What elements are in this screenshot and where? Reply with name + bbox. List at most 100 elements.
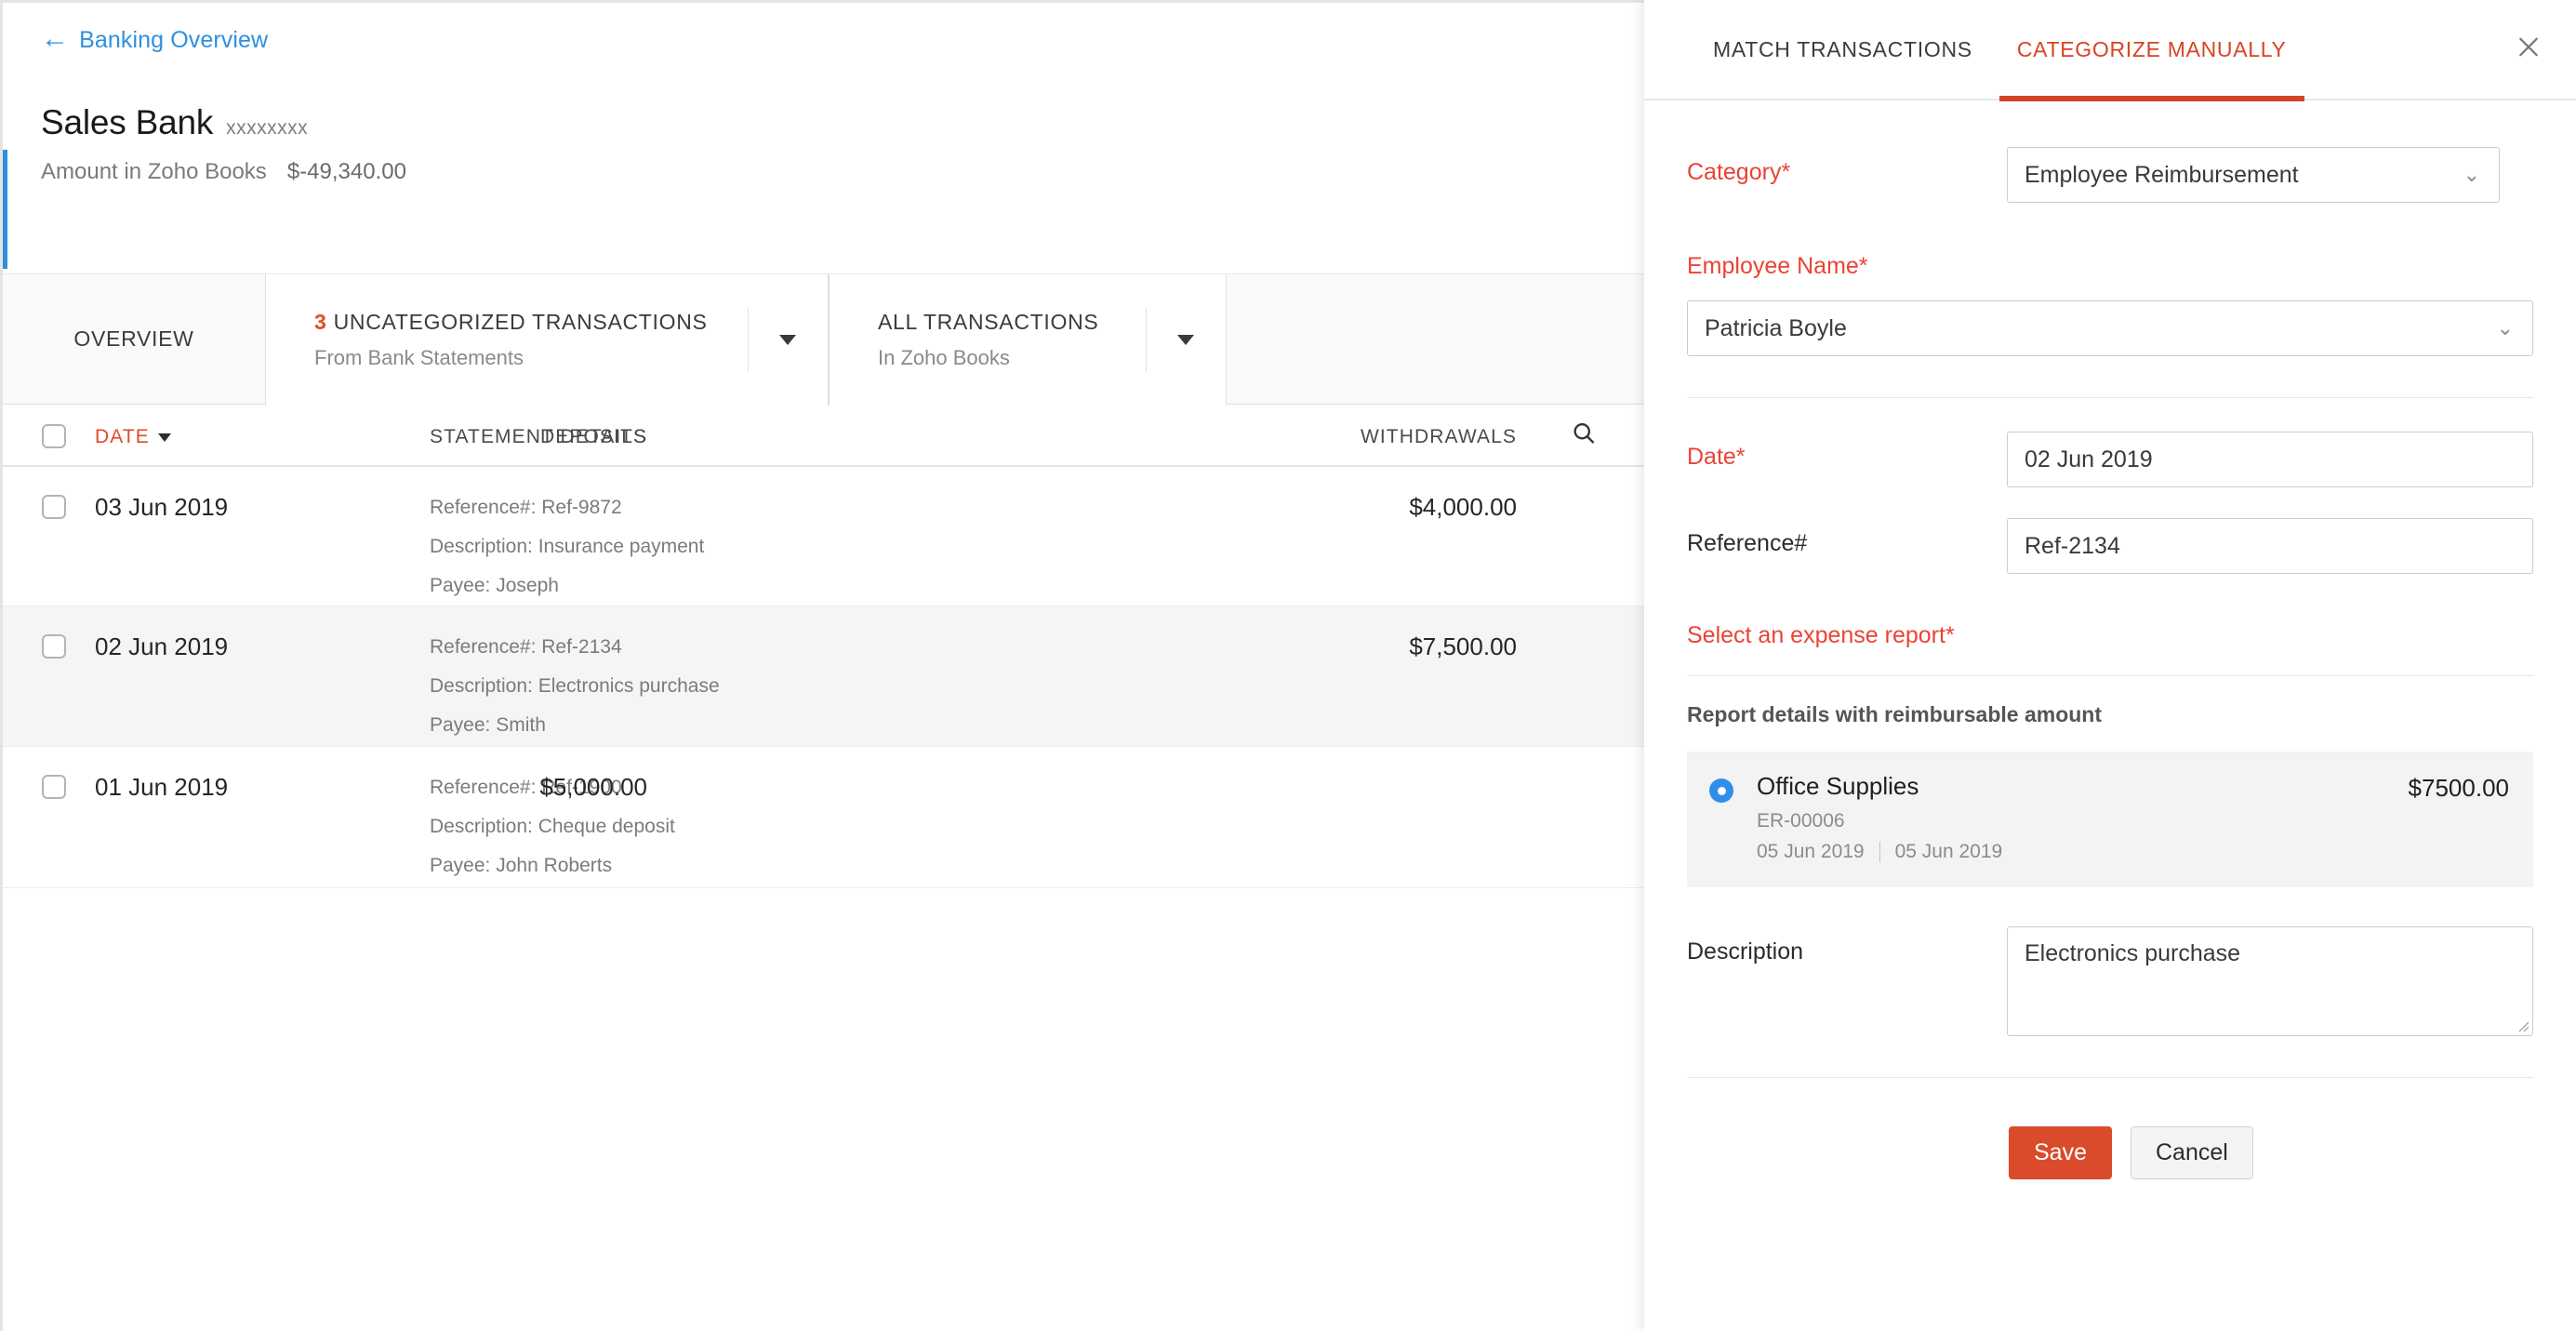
tab-all-dropdown[interactable] bbox=[1146, 274, 1226, 406]
expense-report-name: Office Supplies bbox=[1757, 772, 2409, 801]
description-label: Description bbox=[1687, 926, 2007, 965]
employee-name-value: Patricia Boyle bbox=[1705, 315, 1847, 342]
table-row[interactable]: 03 Jun 2019 Reference#: Ref-9872 Descrip… bbox=[3, 467, 1644, 606]
select-all-checkbox[interactable] bbox=[42, 424, 66, 448]
description-textarea[interactable]: Electronics purchase bbox=[2007, 926, 2533, 1036]
expense-report-date-to: 05 Jun 2019 bbox=[1895, 841, 2003, 863]
row-reference: Reference#: Ref-9872 bbox=[430, 497, 704, 519]
tab-all-title: ALL TRANSACTIONS bbox=[878, 310, 1146, 335]
row-statement-details: Reference#: Ref-2134 Description: Electr… bbox=[430, 636, 720, 737]
column-header-date[interactable]: DATE bbox=[95, 426, 171, 448]
field-employee-name: Employee Name* Patricia Boyle ⌄ bbox=[1644, 253, 2576, 356]
tab-match-transactions-label: MATCH TRANSACTIONS bbox=[1713, 37, 1972, 62]
reference-input[interactable]: Ref-2134 bbox=[2007, 518, 2533, 574]
date-separator bbox=[1879, 842, 1880, 862]
expense-report-radio[interactable] bbox=[1709, 779, 1733, 803]
cancel-button[interactable]: Cancel bbox=[2131, 1126, 2253, 1179]
description-value: Electronics purchase bbox=[2025, 940, 2240, 966]
category-select[interactable]: Employee Reimbursement ⌄ bbox=[2007, 147, 2500, 203]
bank-title-row: Sales Bank xxxxxxxx bbox=[41, 103, 308, 142]
tab-uncategorized-transactions[interactable]: 3 UNCATEGORIZED TRANSACTIONS From Bank S… bbox=[265, 274, 829, 406]
reference-label: Reference# bbox=[1687, 518, 2007, 557]
tab-uncategorized-title: 3 UNCATEGORIZED TRANSACTIONS bbox=[314, 310, 748, 335]
report-details-title: Report details with reimbursable amount bbox=[1644, 702, 2576, 727]
categorize-side-panel: MATCH TRANSACTIONS CATEGORIZE MANUALLY C… bbox=[1644, 0, 2576, 1331]
category-value: Employee Reimbursement bbox=[2025, 162, 2299, 189]
account-number-mask: xxxxxxxx bbox=[226, 117, 308, 140]
row-date: 02 Jun 2019 bbox=[95, 632, 228, 661]
back-to-banking-overview-link[interactable]: ← Banking Overview bbox=[41, 27, 268, 54]
amount-label: Amount in Zoho Books bbox=[41, 159, 267, 185]
tab-all-transactions[interactable]: ALL TRANSACTIONS In Zoho Books bbox=[829, 274, 1227, 406]
chevron-down-icon bbox=[779, 335, 796, 345]
transactions-tabstrip: OVERVIEW 3 UNCATEGORIZED TRANSACTIONS Fr… bbox=[3, 273, 1644, 405]
row-checkbox[interactable] bbox=[42, 495, 66, 519]
employee-name-label: Employee Name* bbox=[1687, 253, 2533, 300]
row-withdrawal: $7,500.00 bbox=[1409, 632, 1517, 661]
expense-report-dates: 05 Jun 2019 05 Jun 2019 bbox=[1757, 841, 2409, 863]
left-pane: ← Banking Overview Sales Bank xxxxxxxx A… bbox=[0, 0, 1644, 1331]
tab-categorize-manually-label: CATEGORIZE MANUALLY bbox=[2017, 37, 2287, 62]
save-button[interactable]: Save bbox=[2009, 1126, 2112, 1179]
date-label: Date* bbox=[1687, 432, 2007, 471]
amount-value: $-49,340.00 bbox=[287, 159, 406, 185]
divider bbox=[1687, 1077, 2533, 1078]
field-category: Category* Employee Reimbursement ⌄ bbox=[1644, 147, 2576, 203]
row-reference: Reference#: Ref-2134 bbox=[430, 636, 720, 659]
tab-match-transactions[interactable]: MATCH TRANSACTIONS bbox=[1713, 0, 1972, 100]
close-icon[interactable] bbox=[2515, 33, 2543, 66]
transactions-table-header: DATE STATEMENT DETAILS DEPOSITS WITHDRAW… bbox=[3, 406, 1644, 467]
row-payee: Payee: John Roberts bbox=[430, 855, 675, 877]
tab-uncategorized-text: 3 UNCATEGORIZED TRANSACTIONS From Bank S… bbox=[266, 310, 748, 370]
row-description: Description: Cheque deposit bbox=[430, 816, 675, 838]
tab-all-subtitle: In Zoho Books bbox=[878, 346, 1146, 370]
expense-report-details: Office Supplies ER-00006 05 Jun 2019 05 … bbox=[1757, 772, 2409, 863]
tab-uncategorized-dropdown[interactable] bbox=[748, 274, 828, 406]
amount-in-books-row: Amount in Zoho Books $-49,340.00 bbox=[41, 159, 406, 185]
search-icon[interactable] bbox=[1571, 420, 1597, 451]
row-description: Description: Insurance payment bbox=[430, 536, 704, 558]
expense-report-label: Select an expense report* bbox=[1687, 622, 2533, 649]
column-header-date-label: DATE bbox=[95, 426, 150, 448]
row-checkbox[interactable] bbox=[42, 634, 66, 659]
panel-tabs: MATCH TRANSACTIONS CATEGORIZE MANUALLY bbox=[1644, 0, 2576, 100]
table-row[interactable]: 01 Jun 2019 Reference#: Ref-1900 Descrip… bbox=[3, 747, 1644, 888]
save-button-label: Save bbox=[2034, 1139, 2087, 1166]
tab-categorize-manually[interactable]: CATEGORIZE MANUALLY bbox=[2017, 0, 2287, 100]
chevron-down-icon bbox=[1177, 335, 1194, 345]
row-payee: Payee: Smith bbox=[430, 714, 720, 737]
row-deposit: $5,000.00 bbox=[539, 773, 647, 802]
field-reference: Reference# Ref-2134 bbox=[1644, 518, 2576, 574]
category-label: Category* bbox=[1687, 147, 2007, 186]
tab-uncategorized-subtitle: From Bank Statements bbox=[314, 346, 748, 370]
date-value: 02 Jun 2019 bbox=[2025, 446, 2153, 473]
expense-report-code: ER-00006 bbox=[1757, 810, 2409, 832]
uncategorized-label: UNCATEGORIZED TRANSACTIONS bbox=[334, 310, 708, 334]
employee-name-select[interactable]: Patricia Boyle ⌄ bbox=[1687, 300, 2533, 356]
chevron-down-icon: ⌄ bbox=[2463, 165, 2480, 185]
tabstrip-filler bbox=[1227, 274, 1644, 404]
cancel-button-label: Cancel bbox=[2156, 1139, 2228, 1166]
page-title: Sales Bank bbox=[41, 103, 213, 142]
panel-form: Category* Employee Reimbursement ⌄ Emplo… bbox=[1644, 147, 2576, 1179]
date-input[interactable]: 02 Jun 2019 bbox=[2007, 432, 2533, 487]
resize-grip-icon bbox=[2515, 1018, 2530, 1032]
expense-report-date-from: 05 Jun 2019 bbox=[1757, 841, 1865, 863]
column-header-deposits: DEPOSITS bbox=[540, 426, 647, 448]
column-header-withdrawals: WITHDRAWALS bbox=[1361, 426, 1517, 448]
back-arrow-icon: ← bbox=[41, 25, 69, 53]
row-withdrawal: $4,000.00 bbox=[1409, 493, 1517, 522]
tab-overview[interactable]: OVERVIEW bbox=[3, 274, 265, 404]
row-checkbox[interactable] bbox=[42, 775, 66, 799]
expense-report-option[interactable]: Office Supplies ER-00006 05 Jun 2019 05 … bbox=[1687, 752, 2533, 887]
reference-value: Ref-2134 bbox=[2025, 533, 2120, 560]
chevron-down-icon: ⌄ bbox=[2497, 318, 2514, 339]
back-link-label: Banking Overview bbox=[79, 27, 268, 54]
tab-all-text: ALL TRANSACTIONS In Zoho Books bbox=[830, 310, 1146, 370]
table-row[interactable]: 02 Jun 2019 Reference#: Ref-2134 Descrip… bbox=[3, 606, 1644, 747]
row-date: 01 Jun 2019 bbox=[95, 773, 228, 802]
tab-overview-label: OVERVIEW bbox=[73, 326, 193, 352]
uncategorized-count-badge: 3 bbox=[314, 310, 327, 334]
form-actions: Save Cancel bbox=[1644, 1126, 2576, 1179]
sort-descending-icon bbox=[158, 433, 171, 442]
